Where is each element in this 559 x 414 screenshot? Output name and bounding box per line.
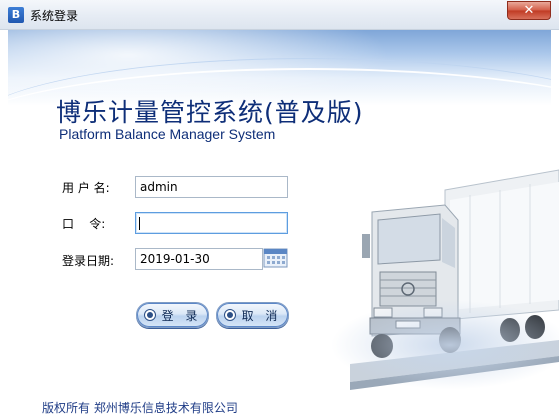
username-input[interactable]: admin — [135, 176, 288, 198]
username-label: 用 户 名: — [62, 181, 110, 195]
window-title: 系统登录 — [30, 9, 79, 23]
radio-dot-icon — [223, 309, 236, 321]
login-date-input[interactable]: 2019-01-30 — [135, 248, 263, 270]
calendar-icon — [263, 248, 288, 268]
close-button[interactable]: ✕ — [507, 1, 551, 20]
truck-illustration — [330, 150, 559, 400]
calendar-button[interactable] — [263, 247, 289, 269]
header-banner: 博乐计量管控系统(普及版) Platform Balance Manager S… — [8, 30, 551, 156]
login-button[interactable]: 登 录 — [136, 302, 209, 328]
text-cursor — [139, 217, 140, 230]
password-label: 口 令: — [62, 217, 106, 231]
scale-glow — [330, 300, 559, 390]
username-value: admin — [140, 180, 178, 194]
login-date-label: 登录日期: — [62, 254, 115, 268]
login-button-label: 登 录 — [161, 308, 202, 323]
banner-subtitle: Platform Balance Manager System — [59, 126, 276, 142]
radio-dot-icon — [143, 309, 156, 321]
copyright-footer: 版权所有 郑州博乐信息技术有限公司 — [42, 401, 238, 414]
app-logo-icon: B — [8, 7, 24, 23]
cancel-button-label: 取 消 — [241, 308, 282, 323]
login-date-value: 2019-01-30 — [140, 252, 210, 266]
cancel-button[interactable]: 取 消 — [216, 302, 289, 328]
login-window: B 系统登录 ✕ 博乐计量管控系统(普及版) Platform Balance … — [0, 0, 559, 414]
close-icon: ✕ — [523, 3, 535, 18]
banner-title: 博乐计量管控系统(普及版) — [56, 98, 364, 127]
password-input[interactable] — [135, 212, 288, 234]
title-bar[interactable]: B 系统登录 ✕ — [0, 0, 559, 30]
